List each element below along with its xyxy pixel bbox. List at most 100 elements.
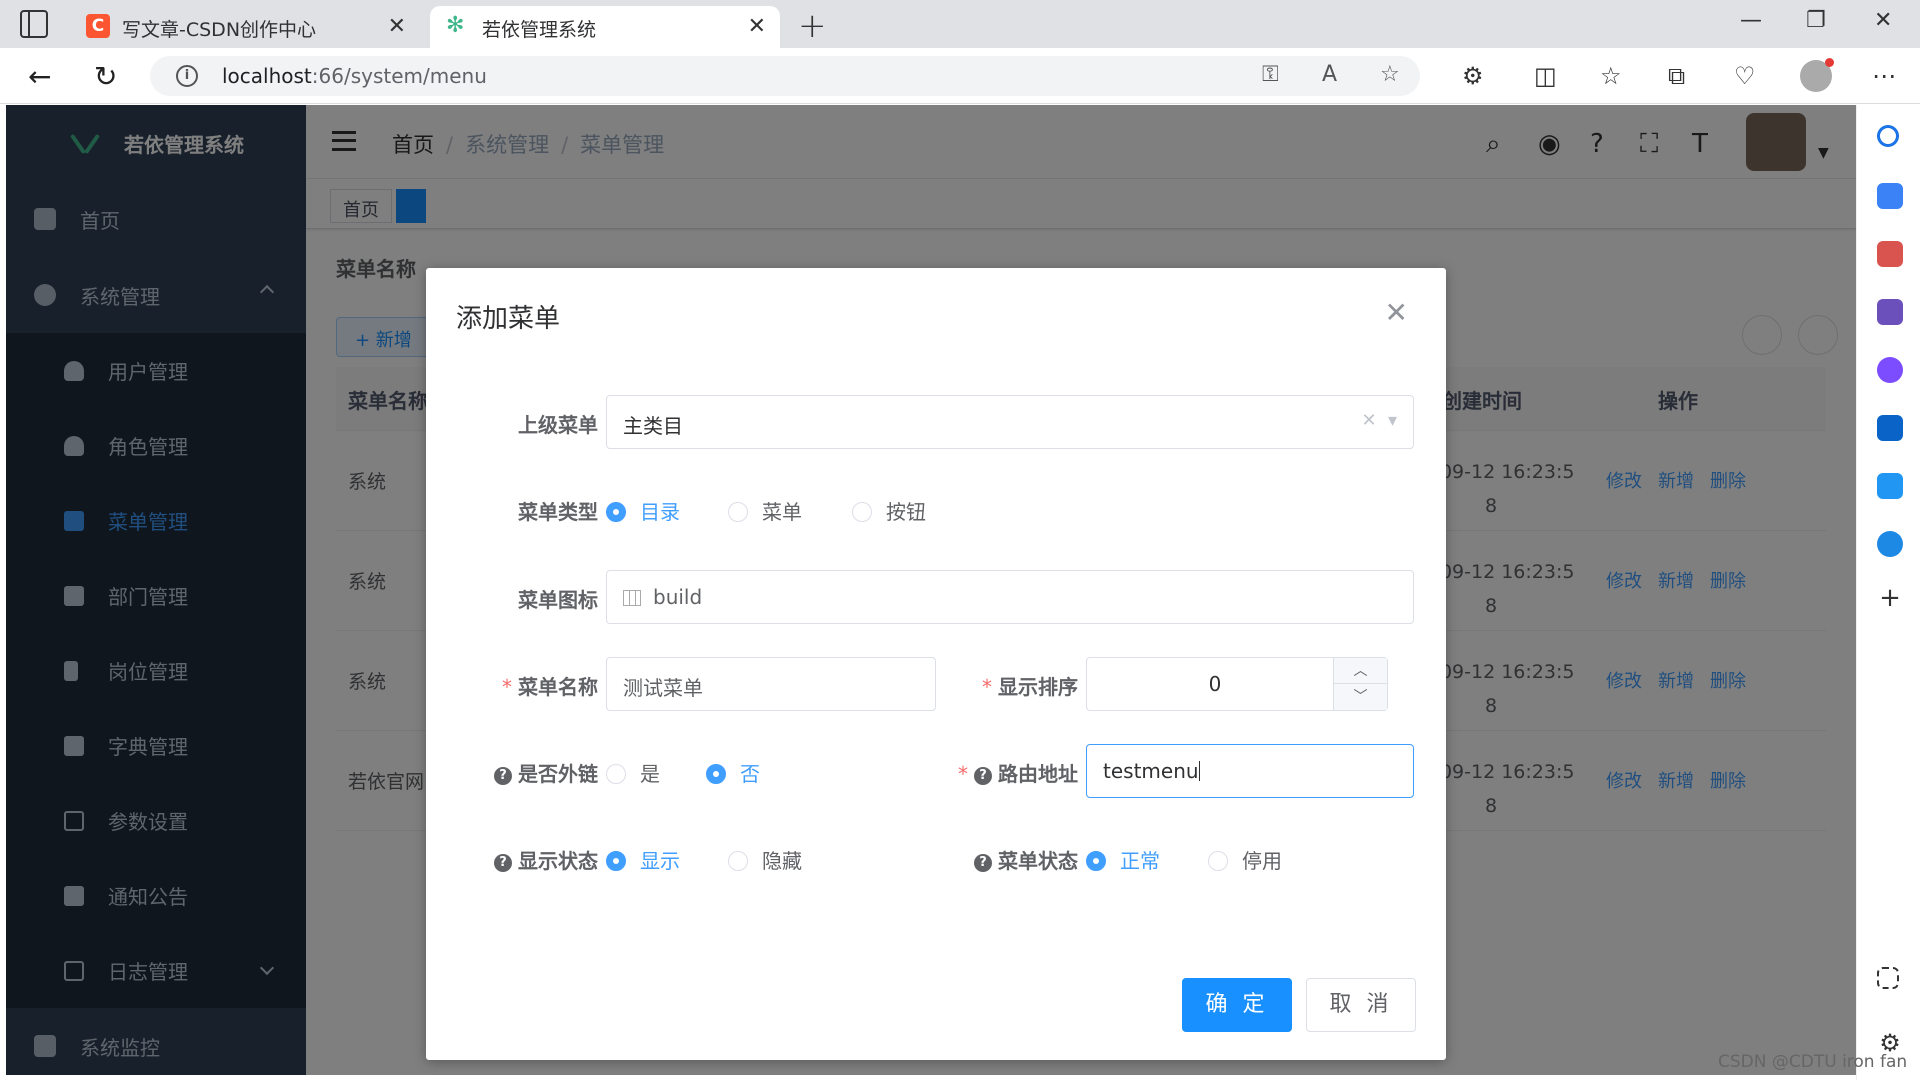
radio-dot <box>728 851 748 871</box>
info-icon[interactable]: i <box>176 65 198 87</box>
radio-status-normal[interactable]: 正常 <box>1086 845 1160 874</box>
games-icon[interactable] <box>1877 299 1903 325</box>
confirm-button[interactable]: 确 定 <box>1182 978 1292 1032</box>
order-number-input[interactable]: 0 ︿ ﹀ <box>1086 657 1388 711</box>
drop-icon[interactable] <box>1877 473 1903 499</box>
favorites-icon[interactable]: ☆ <box>1600 62 1622 90</box>
outlook-icon[interactable] <box>1877 415 1903 441</box>
row-name-order: * 菜单名称 测试菜单 * 显示排序 0 ︿ ﹀ <box>426 657 1446 713</box>
shopping-tag-icon[interactable] <box>1877 183 1903 209</box>
url-field[interactable]: i localhost:66/system/menu ⚿ A ☆ <box>150 56 1420 96</box>
radio-label: 隐藏 <box>762 849 802 873</box>
radio-type-button[interactable]: 按钮 <box>852 496 926 525</box>
required-mark: * <box>502 675 512 699</box>
required-mark: * <box>982 675 992 699</box>
browser-tab-csdn[interactable]: C 写文章-CSDN创作中心 ✕ <box>70 6 420 48</box>
new-tab-icon[interactable]: + <box>798 6 827 46</box>
screenshot-icon[interactable] <box>1877 967 1899 989</box>
visible-label: ? 显示状态 <box>476 845 598 874</box>
clear-caret-icon[interactable]: ✕ ▾ <box>1361 410 1397 431</box>
row-parent: 上级菜单 主类目 ✕ ▾ <box>426 395 1446 451</box>
cancel-button[interactable]: 取 消 <box>1306 978 1416 1032</box>
radio-label: 目录 <box>640 500 680 524</box>
radio-label: 按钮 <box>886 500 926 524</box>
row-icon: 菜单图标 build <box>426 570 1446 626</box>
icon-value: build <box>653 585 703 609</box>
radio-visible-show[interactable]: 显示 <box>606 845 680 874</box>
add-icon[interactable]: + <box>1877 585 1903 611</box>
edge-icon[interactable] <box>1877 531 1903 557</box>
question-icon[interactable]: ? <box>974 854 992 872</box>
order-label: * 显示排序 <box>982 675 1078 699</box>
required-mark: * <box>958 762 968 786</box>
status-label: ? 菜单状态 <box>956 845 1078 874</box>
radio-dot <box>728 502 748 522</box>
profile-avatar[interactable] <box>1800 58 1834 92</box>
radio-label: 显示 <box>640 849 680 873</box>
tab-title: 写文章-CSDN创作中心 <box>122 19 317 41</box>
menu-name-value: 测试菜单 <box>623 676 703 700</box>
type-label: 菜单类型 <box>518 500 598 524</box>
split-screen-icon[interactable]: ◫ <box>1534 62 1557 90</box>
url-text: localhost:66/system/menu <box>222 64 487 88</box>
radio-external-no[interactable]: 否 <box>706 758 760 787</box>
icon-label: 菜单图标 <box>518 588 598 612</box>
read-aloud-icon[interactable]: A <box>1322 62 1337 87</box>
ruoyi-leaf-icon: ✻ <box>446 13 465 38</box>
radio-external-yes[interactable]: 是 <box>606 758 660 787</box>
radio-dot <box>852 502 872 522</box>
route-path-input[interactable]: testmenu <box>1086 744 1414 798</box>
close-icon[interactable]: ✕ <box>1385 296 1408 329</box>
text-cursor <box>1198 761 1200 781</box>
parent-menu-value: 主类目 <box>623 414 683 438</box>
radio-type-menu[interactable]: 菜单 <box>728 496 802 525</box>
radio-dot <box>1086 851 1106 871</box>
window-close-icon[interactable]: ✕ <box>1874 8 1892 33</box>
browser-essentials-icon[interactable]: ♡ <box>1734 62 1756 90</box>
minimize-icon[interactable]: — <box>1740 8 1762 33</box>
extensions-icon[interactable]: ⚙ <box>1462 62 1484 90</box>
increase-icon[interactable]: ︿ <box>1334 658 1387 684</box>
radio-dot <box>606 851 626 871</box>
radio-dot <box>606 502 626 522</box>
maximize-icon[interactable]: ❐ <box>1806 8 1826 33</box>
radio-type-directory[interactable]: 目录 <box>606 496 680 525</box>
close-icon[interactable]: ✕ <box>748 14 766 39</box>
row-type: 菜单类型 目录 菜单 按钮 <box>426 482 1446 538</box>
radio-label: 正常 <box>1120 849 1160 873</box>
key-icon[interactable]: ⚿ <box>1262 62 1279 87</box>
browser-tab-ruoyi[interactable]: ✻ 若依管理系统 ✕ <box>430 6 780 48</box>
radio-status-disabled[interactable]: 停用 <box>1208 845 1282 874</box>
tab-title: 若依管理系统 <box>482 19 597 41</box>
row-external-path: ? 是否外链 是 否 *? 路由地址 testmenu <box>426 744 1446 800</box>
browser-tab-bar: C 写文章-CSDN创作中心 ✕ ✻ 若依管理系统 ✕ + — ❐ ✕ <box>0 0 1920 48</box>
icon-select-input[interactable]: build <box>606 570 1414 624</box>
menu-name-input[interactable]: 测试菜单 <box>606 657 936 711</box>
back-icon[interactable]: ← <box>28 60 51 93</box>
decrease-icon[interactable]: ﹀ <box>1334 684 1387 710</box>
name-label: * 菜单名称 <box>502 675 598 699</box>
workspaces-icon[interactable] <box>20 10 48 38</box>
question-icon[interactable]: ? <box>494 767 512 785</box>
radio-visible-hide[interactable]: 隐藏 <box>728 845 802 874</box>
radio-label: 否 <box>740 762 760 786</box>
order-value: 0 <box>1208 672 1222 696</box>
more-icon[interactable]: ⋯ <box>1872 62 1896 90</box>
tools-icon[interactable] <box>1877 241 1903 267</box>
refresh-icon[interactable]: ↻ <box>94 60 117 93</box>
question-icon[interactable]: ? <box>494 854 512 872</box>
question-icon[interactable]: ? <box>974 767 992 785</box>
close-icon[interactable]: ✕ <box>388 14 406 39</box>
row-visible-status: ? 显示状态 显示 隐藏 ? 菜单状态 正常 停用 <box>426 831 1446 887</box>
radio-dot <box>1208 851 1228 871</box>
microsoft365-icon[interactable] <box>1877 357 1903 383</box>
search-icon[interactable] <box>1877 125 1899 147</box>
order-stepper: ︿ ﹀ <box>1333 658 1387 710</box>
parent-menu-select[interactable]: 主类目 ✕ ▾ <box>606 395 1414 449</box>
csdn-favicon-icon: C <box>86 14 110 38</box>
watermark: CSDN @CDTU iron fan <box>1718 1052 1908 1072</box>
collections-icon[interactable]: ⧉ <box>1668 62 1685 90</box>
favorite-star-icon[interactable]: ☆ <box>1380 62 1400 87</box>
build-icon <box>623 590 641 606</box>
add-menu-dialog: 添加菜单 ✕ 上级菜单 主类目 ✕ ▾ 菜单类型 目录 菜单 按钮 菜单图标 b… <box>426 268 1446 1060</box>
